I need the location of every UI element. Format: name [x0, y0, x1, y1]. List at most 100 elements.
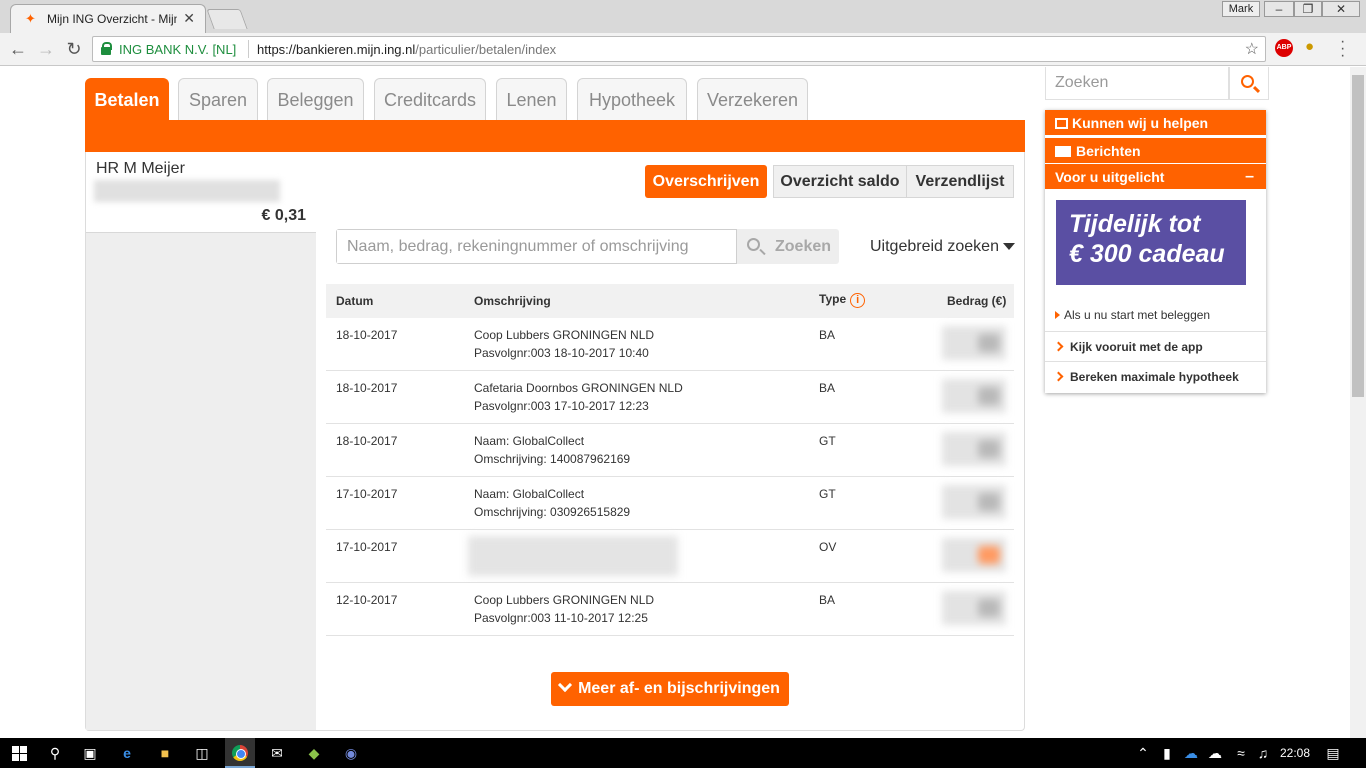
row-description-line1: Coop Lubbers GRONINGEN NLD	[474, 328, 655, 342]
advanced-search-toggle[interactable]: Uitgebreid zoeken	[870, 238, 1015, 256]
reload-icon[interactable]: ↻	[62, 38, 86, 62]
chevron-right-icon	[1053, 341, 1064, 352]
row-date: 18-10-2017	[336, 381, 398, 395]
window-close-icon[interactable]: ✕	[1322, 1, 1360, 17]
advanced-search-label: Uitgebreid zoeken	[870, 238, 999, 255]
edge-browser-icon[interactable]: e	[118, 744, 136, 762]
file-explorer-icon[interactable]: ■	[156, 744, 174, 762]
notifications-icon[interactable]: ▤	[1324, 744, 1342, 762]
balance-overview-button[interactable]: Overzicht saldo	[773, 165, 907, 198]
address-bar[interactable]: ING BANK N.V. [NL] https://bankieren.mij…	[92, 36, 1266, 62]
cloud-icon[interactable]: ☁	[1206, 744, 1224, 762]
scrollbar-thumb[interactable]	[1352, 75, 1364, 397]
browser-toolbar: ← → ↻ ING BANK N.V. [NL] https://bankier…	[0, 33, 1366, 66]
store-icon[interactable]: ◫	[193, 744, 211, 762]
row-amount-redacted	[942, 432, 1006, 466]
browser-tab-active[interactable]: ✦ Mijn ING Overzicht - Mijn ✕	[10, 4, 206, 34]
transaction-search-input[interactable]	[337, 230, 736, 263]
more-transactions-button[interactable]: Meer af- en bijschrijvingen	[551, 672, 789, 706]
transaction-search-field[interactable]	[336, 229, 737, 264]
row-description-line1: Cafetaria Doornbos GRONINGEN NLD	[474, 381, 683, 395]
promo-link[interactable]: Als u nu start met beleggen	[1055, 308, 1210, 322]
task-view-icon[interactable]: ▣	[81, 744, 99, 762]
site-search-field[interactable]	[1045, 67, 1229, 100]
mortgage-link[interactable]: Bereken maximale hypotheek	[1045, 361, 1266, 391]
volume-icon[interactable]: ♫	[1254, 744, 1272, 762]
site-search-input[interactable]	[1046, 67, 1228, 99]
account-number-redacted	[94, 180, 280, 202]
search-icon	[1241, 75, 1254, 88]
row-amount-redacted	[942, 591, 1006, 625]
secure-origin-label: ING BANK N.V. [NL]	[119, 42, 237, 57]
tab-title: Mijn ING Overzicht - Mijn	[47, 12, 177, 26]
help-header[interactable]: Kunnen wij u helpen	[1045, 110, 1266, 136]
new-tab-button[interactable]	[206, 9, 248, 29]
promo-line1: Tijdelijk tot	[1069, 210, 1201, 238]
restore-icon[interactable]: ❐	[1294, 1, 1322, 17]
info-icon[interactable]: i	[850, 293, 866, 308]
windows-start-icon[interactable]	[12, 746, 27, 761]
tray-chevron-up-icon[interactable]: ⌃	[1134, 744, 1152, 762]
account-card[interactable]: HR M Meijer € 0,31	[86, 152, 316, 233]
row-description-line2: Omschrijving: 030926515829	[474, 505, 631, 519]
row-amount-redacted	[942, 379, 1006, 413]
chrome-menu-icon[interactable]: · · ·	[1340, 34, 1345, 64]
extension-bee-icon[interactable]: ●	[1305, 38, 1314, 55]
header-amount: Bedrag (€)	[947, 294, 1007, 308]
app-layers-icon[interactable]: ◆	[305, 744, 323, 762]
site-search-button[interactable]	[1229, 67, 1269, 100]
search-button-label: Zoeken	[775, 238, 832, 255]
transfer-button[interactable]: Overschrijven	[645, 165, 767, 198]
table-row[interactable]: 12-10-2017 Coop Lubbers GRONINGEN NLD Pa…	[326, 583, 1014, 636]
tab-hypotheek[interactable]: Hypotheek	[577, 78, 687, 120]
tab-sparen[interactable]: Sparen	[178, 78, 258, 120]
help-label: Kunnen wij u helpen	[1072, 115, 1209, 131]
collapse-icon[interactable]: –	[1245, 164, 1254, 190]
send-list-button[interactable]: Verzendlijst	[906, 165, 1014, 198]
row-type: BA	[819, 381, 836, 395]
back-arrow-icon[interactable]: ←	[6, 38, 30, 62]
table-row[interactable]: 18-10-2017 Cafetaria Doornbos GRONINGEN …	[326, 371, 1014, 424]
row-date: 12-10-2017	[336, 593, 398, 607]
tab-beleggen[interactable]: Beleggen	[267, 78, 364, 120]
forward-arrow-icon[interactable]: →	[34, 38, 58, 62]
mail-icon[interactable]: ✉	[268, 744, 286, 762]
tab-close-icon[interactable]: ✕	[183, 10, 195, 27]
messages-header[interactable]: Berichten	[1045, 138, 1266, 164]
minimize-icon[interactable]: –	[1264, 1, 1294, 17]
page-scrollbar[interactable]	[1350, 67, 1366, 738]
taskbar-clock[interactable]: 22:08	[1280, 746, 1310, 760]
row-description-redacted	[468, 536, 678, 576]
row-description-line2: Pasvolgnr:003 11-10-2017 12:25	[474, 611, 648, 625]
table-row[interactable]: 18-10-2017 Coop Lubbers GRONINGEN NLD Pa…	[326, 318, 1014, 371]
header-date: Datum	[336, 294, 374, 308]
app-link-label: Kijk vooruit met de app	[1070, 340, 1203, 354]
table-row[interactable]: 17-10-2017 OV	[326, 530, 1014, 583]
account-holder-name: HR M Meijer	[96, 160, 185, 177]
adblock-extension-icon[interactable]: ABP	[1275, 39, 1293, 57]
tray-battery-icon[interactable]: ▮	[1158, 744, 1176, 762]
tab-betalen[interactable]: Betalen	[85, 78, 169, 120]
table-row[interactable]: 18-10-2017 Naam: GlobalCollect Omschrijv…	[326, 424, 1014, 477]
row-amount-redacted	[942, 538, 1006, 572]
tab-creditcards[interactable]: Creditcards	[374, 78, 486, 120]
promo-banner[interactable]: Tijdelijk tot € 300 cadeau	[1056, 200, 1246, 285]
row-type: BA	[819, 593, 836, 607]
more-transactions-label: Meer af- en bijschrijvingen	[578, 680, 780, 697]
row-description-line1: Naam: GlobalCollect	[474, 434, 585, 448]
bookmark-star-icon[interactable]: ☆	[1245, 39, 1259, 59]
profile-button[interactable]: Mark	[1222, 1, 1260, 17]
app-link[interactable]: Kijk vooruit met de app	[1045, 331, 1266, 361]
row-amount-redacted	[942, 326, 1006, 360]
onedrive-icon[interactable]: ☁	[1182, 744, 1200, 762]
tab-lenen[interactable]: Lenen	[496, 78, 567, 120]
table-row[interactable]: 17-10-2017 Naam: GlobalCollect Omschrijv…	[326, 477, 1014, 530]
tab-verzekeren[interactable]: Verzekeren	[697, 78, 808, 120]
row-type: GT	[819, 434, 836, 448]
url-separator	[248, 40, 249, 58]
wifi-icon[interactable]: ≈	[1232, 744, 1250, 762]
discord-icon[interactable]: ◉	[342, 744, 360, 762]
search-button[interactable]: Zoeken	[737, 229, 839, 264]
search-icon[interactable]: ⚲	[46, 744, 64, 762]
highlight-header[interactable]: Voor u uitgelicht –	[1045, 164, 1266, 190]
